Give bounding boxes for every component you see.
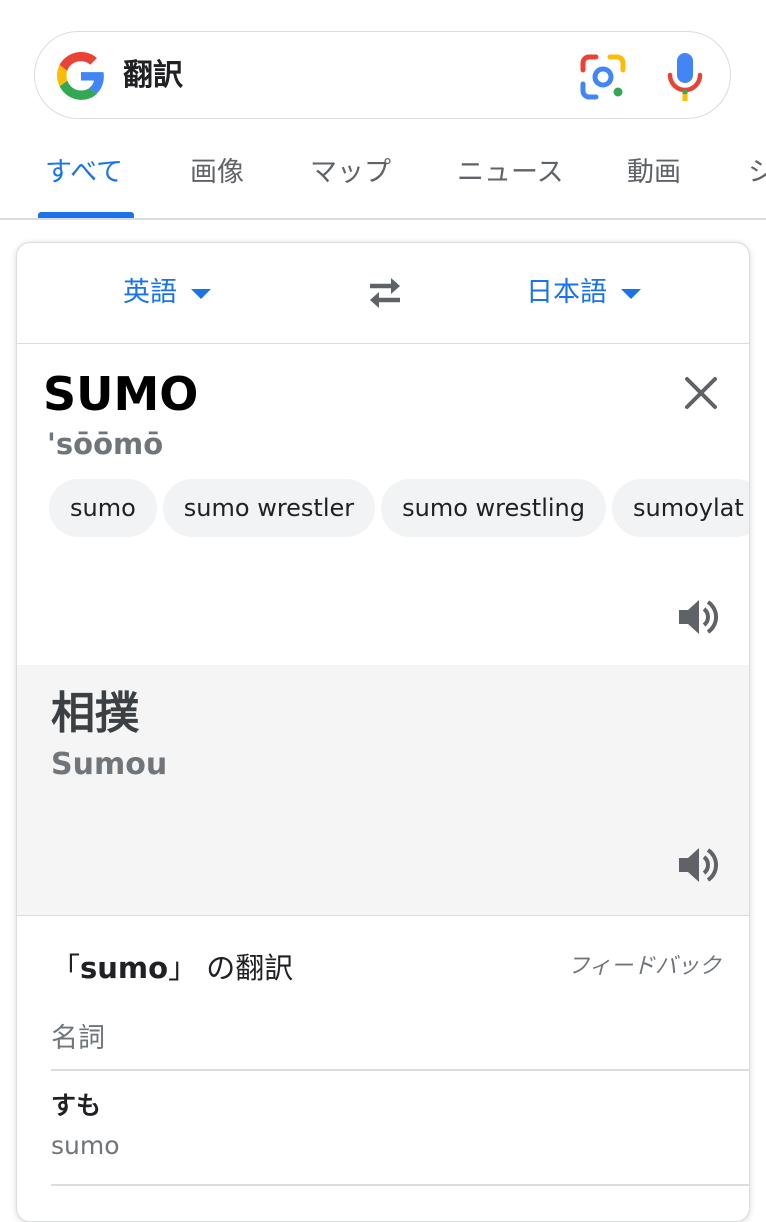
translated-text: 相撲 <box>51 688 139 739</box>
tab-videos[interactable]: 動画 <box>627 155 681 191</box>
dictionary-title-suffix: 」 の翻訳 <box>168 951 294 985</box>
dictionary-section: 「sumo」 の翻訳 フィードバック 名詞 すも sumo <box>17 916 749 1216</box>
tabs-divider <box>0 218 766 220</box>
tab-all[interactable]: すべて <box>45 155 123 191</box>
clear-text-icon[interactable] <box>681 373 721 413</box>
dictionary-title-word: sumo <box>80 951 169 985</box>
google-lens-icon[interactable] <box>578 52 628 102</box>
romanization-text: Sumou <box>51 747 168 782</box>
dropdown-caret-icon <box>191 288 211 299</box>
tab-images[interactable]: 画像 <box>190 155 244 191</box>
pronunciation-text: 'sōōmō <box>47 427 164 461</box>
tab-more[interactable]: シ <box>748 155 766 191</box>
search-tabs: すべて 画像 マップ ニュース 動画 シ <box>0 130 766 220</box>
suggestion-chip[interactable]: sumo wrestler <box>162 479 376 537</box>
microphone-icon[interactable] <box>663 50 707 104</box>
swap-languages-icon[interactable] <box>364 275 406 311</box>
title-bracket-open: 「 <box>51 951 81 985</box>
search-bar[interactable]: 翻訳 <box>34 31 731 119</box>
source-language-label: 英語 <box>123 277 177 308</box>
dropdown-caret-icon <box>621 288 641 299</box>
speaker-icon[interactable] <box>677 595 723 639</box>
google-logo-icon <box>57 52 104 100</box>
language-selector-bar: 英語 日本語 <box>17 243 749 344</box>
source-text-panel[interactable]: SUMO 'sōōmō sumo sumo wrestler sumo wrestl… <box>17 343 749 666</box>
suggestion-chip[interactable]: sumoylat <box>611 479 749 537</box>
suggestion-chip[interactable]: sumo wrestling <box>381 479 606 537</box>
part-of-speech-label: 名詞 <box>51 1023 105 1054</box>
search-query-text[interactable]: 翻訳 <box>123 56 183 96</box>
feedback-link[interactable]: フィードバック <box>567 952 721 982</box>
divider <box>51 1184 749 1186</box>
source-text[interactable]: SUMO <box>43 365 198 423</box>
target-language-label: 日本語 <box>526 277 607 308</box>
suggestion-chip[interactable]: sumo <box>49 479 157 537</box>
dictionary-title: 「sumo」 の翻訳 <box>51 948 293 988</box>
tab-news[interactable]: ニュース <box>457 155 564 191</box>
translation-panel: 相撲 Sumou <box>17 665 749 916</box>
suggestion-chips: sumo sumo wrestler sumo wrestling sumoylat <box>49 479 749 539</box>
source-language-select[interactable]: 英語 <box>123 275 211 311</box>
tab-maps[interactable]: マップ <box>310 155 391 191</box>
divider <box>51 1069 749 1071</box>
dictionary-entry-translation: sumo <box>51 1131 120 1160</box>
translation-card: 英語 日本語 SUMO 'sōōmō sumo sumo wrestler sumo… <box>16 242 750 1222</box>
target-language-select[interactable]: 日本語 <box>526 275 641 311</box>
speaker-icon[interactable] <box>677 843 723 887</box>
dictionary-entry-word: すも <box>51 1091 102 1120</box>
